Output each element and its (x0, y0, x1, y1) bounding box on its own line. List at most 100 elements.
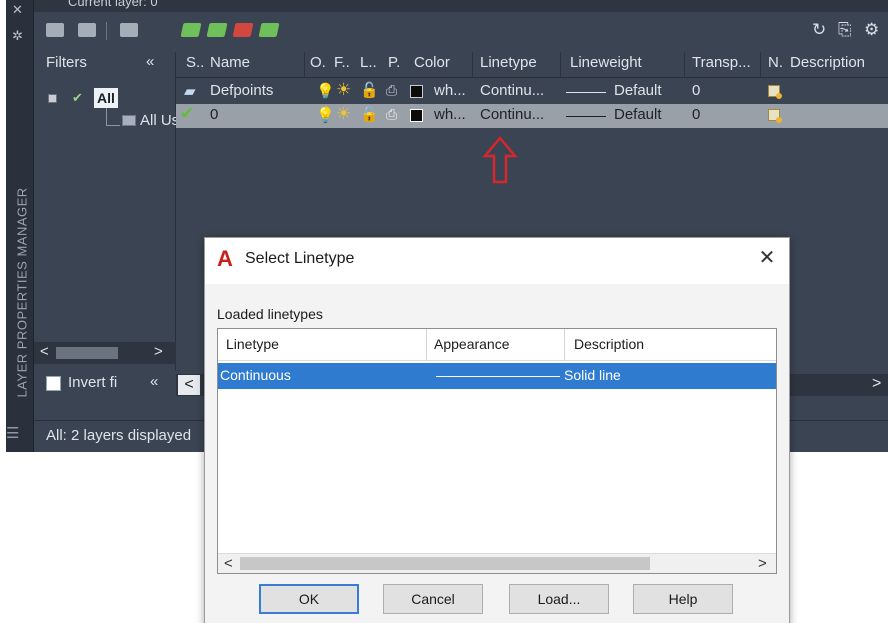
unlocked-padlock-icon[interactable]: 🔓 (360, 81, 379, 99)
col-lock-header[interactable]: L.. (360, 54, 377, 71)
refresh-icon[interactable]: ↻ (812, 20, 826, 40)
palette-side-title: LAYER PROPERTIES MANAGER (14, 187, 30, 398)
column-divider[interactable] (684, 52, 685, 78)
layer-name: Defpoints (210, 82, 274, 99)
filter-all-icon: ✔ (72, 90, 83, 105)
col-on-header[interactable]: O. (310, 54, 326, 71)
new-layer-icon[interactable] (180, 23, 202, 37)
linetype-row-continuous[interactable]: Continuous Solid line (218, 363, 776, 389)
ok-button[interactable]: OK (259, 584, 359, 614)
col-status-header[interactable]: S.. (186, 54, 204, 71)
invert-filter-row: Invert fi « (34, 370, 176, 400)
sun-thawed-icon[interactable]: ☀ (336, 104, 351, 124)
scroll-left-arrow[interactable]: < (178, 375, 200, 395)
col-name-header[interactable]: Name (210, 54, 250, 71)
scroll-right-arrow[interactable]: > (154, 343, 163, 360)
current-layer-label: Current layer: 0 (68, 0, 158, 9)
col-newvp-header[interactable]: N. (768, 54, 783, 71)
cancel-button[interactable]: Cancel (383, 584, 483, 614)
layer-name: 0 (210, 106, 219, 123)
new-property-filter-icon[interactable] (46, 23, 64, 37)
scroll-thumb[interactable] (56, 347, 118, 359)
status-text: All: 2 layers displayed (46, 427, 192, 444)
col-linetype-header[interactable]: Linetype (226, 336, 279, 352)
help-button[interactable]: Help (633, 584, 733, 614)
lightbulb-on-icon[interactable]: 💡 (316, 82, 335, 100)
layer-linetype[interactable]: Continu... (480, 82, 544, 99)
lineweight-sample (566, 92, 606, 93)
layer-transparency[interactable]: 0 (692, 106, 700, 123)
linetype-list-header: Linetype Appearance Description (218, 329, 776, 361)
layer-settings-icon[interactable]: ⎘ (838, 20, 852, 40)
palette-settings-icon[interactable]: ✲ (12, 28, 23, 44)
scroll-thumb[interactable] (240, 557, 650, 570)
col-color-header[interactable]: Color (414, 54, 450, 71)
scroll-left-arrow[interactable]: < (40, 343, 49, 360)
filter-folder-icon (122, 115, 136, 126)
filter-horizontal-scrollbar[interactable]: < > (34, 342, 176, 364)
sun-thawed-icon[interactable]: ☀ (336, 80, 351, 100)
new-vp-freeze-icon[interactable] (768, 109, 782, 123)
layer-lineweight[interactable]: Default (614, 106, 662, 123)
layer-row-defpoints[interactable]: ▰ Defpoints 💡 ☀ 🔓 ⎙ wh... Continu... Def… (176, 80, 888, 104)
palette-close-icon[interactable]: ✕ (12, 2, 23, 18)
select-linetype-dialog: A Select Linetype ✕ Loaded linetypes Lin… (204, 237, 790, 623)
column-divider[interactable] (560, 52, 561, 78)
unlocked-padlock-icon[interactable]: 🔓 (360, 105, 379, 123)
color-swatch[interactable] (410, 109, 423, 122)
collapse-panel-button[interactable]: « (150, 373, 158, 390)
tree-collapse-toggle[interactable] (48, 94, 57, 103)
col-linetype-header[interactable]: Linetype (480, 54, 537, 71)
col-plot-header[interactable]: P. (388, 54, 400, 71)
current-layer-strip: Current layer: 0 (34, 0, 888, 12)
load-button[interactable]: Load... (509, 584, 609, 614)
col-description-header[interactable]: Description (790, 54, 865, 71)
collapse-filters-button[interactable]: « (146, 53, 154, 70)
col-transparency-header[interactable]: Transp... (692, 54, 751, 71)
scroll-right-arrow[interactable]: > (872, 375, 881, 393)
invert-filter-checkbox[interactable] (46, 376, 61, 391)
layer-linetype[interactable]: Continu... (480, 106, 544, 123)
column-divider[interactable] (472, 52, 473, 78)
layer-states-manager-icon[interactable] (120, 23, 138, 37)
column-divider[interactable] (760, 52, 761, 78)
filters-header: Filters (46, 54, 87, 71)
printer-icon[interactable]: ⎙ (386, 106, 397, 123)
gear-icon[interactable]: ⚙ (864, 20, 879, 40)
tree-node-all-used[interactable]: All Us (122, 112, 179, 129)
set-current-icon[interactable] (258, 23, 280, 37)
tree-node-all[interactable]: All (94, 88, 118, 108)
col-lineweight-header[interactable]: Lineweight (570, 54, 642, 71)
color-swatch[interactable] (410, 85, 423, 98)
new-vp-freeze-icon[interactable] (768, 85, 782, 99)
delete-layer-icon[interactable] (232, 23, 254, 37)
annotation-arrow-up (482, 136, 518, 184)
col-freeze-header[interactable]: F.. (334, 54, 350, 71)
linetype-horizontal-scrollbar[interactable]: < > (218, 553, 776, 573)
printer-icon[interactable]: ⎙ (386, 82, 397, 99)
column-divider[interactable] (426, 329, 427, 361)
col-description-header[interactable]: Description (574, 336, 644, 352)
layer-color[interactable]: wh... (434, 82, 466, 99)
new-group-filter-icon[interactable] (78, 23, 96, 37)
layer-transparency[interactable]: 0 (692, 82, 700, 99)
tree-node-all-used-label: All Us (140, 112, 180, 129)
layer-icon: ▰ (184, 83, 196, 100)
layer-row-0[interactable]: ✔ 0 💡 ☀ 🔓 ⎙ wh... Continu... Default 0 (176, 104, 888, 128)
scroll-right-arrow[interactable]: > (758, 555, 767, 572)
dialog-titlebar[interactable]: A Select Linetype ✕ (205, 238, 789, 284)
layer-toolbar: ↻ ⎘ ⚙ (34, 12, 888, 52)
new-layer-vp-frozen-icon[interactable] (206, 23, 228, 37)
layer-stack-icon: ☰ (6, 425, 20, 442)
layer-lineweight[interactable]: Default (614, 82, 662, 99)
scroll-left-arrow[interactable]: < (224, 555, 233, 572)
col-appearance-header[interactable]: Appearance (434, 336, 510, 352)
autocad-logo-icon: A (217, 246, 233, 271)
column-divider[interactable] (304, 52, 305, 78)
close-icon[interactable]: ✕ (755, 246, 779, 270)
column-divider[interactable] (564, 329, 565, 361)
current-checkmark-icon: ✔ (180, 104, 195, 123)
layer-color[interactable]: wh... (434, 106, 466, 123)
lightbulb-on-icon[interactable]: 💡 (316, 106, 335, 124)
linetype-appearance-sample (436, 376, 560, 377)
